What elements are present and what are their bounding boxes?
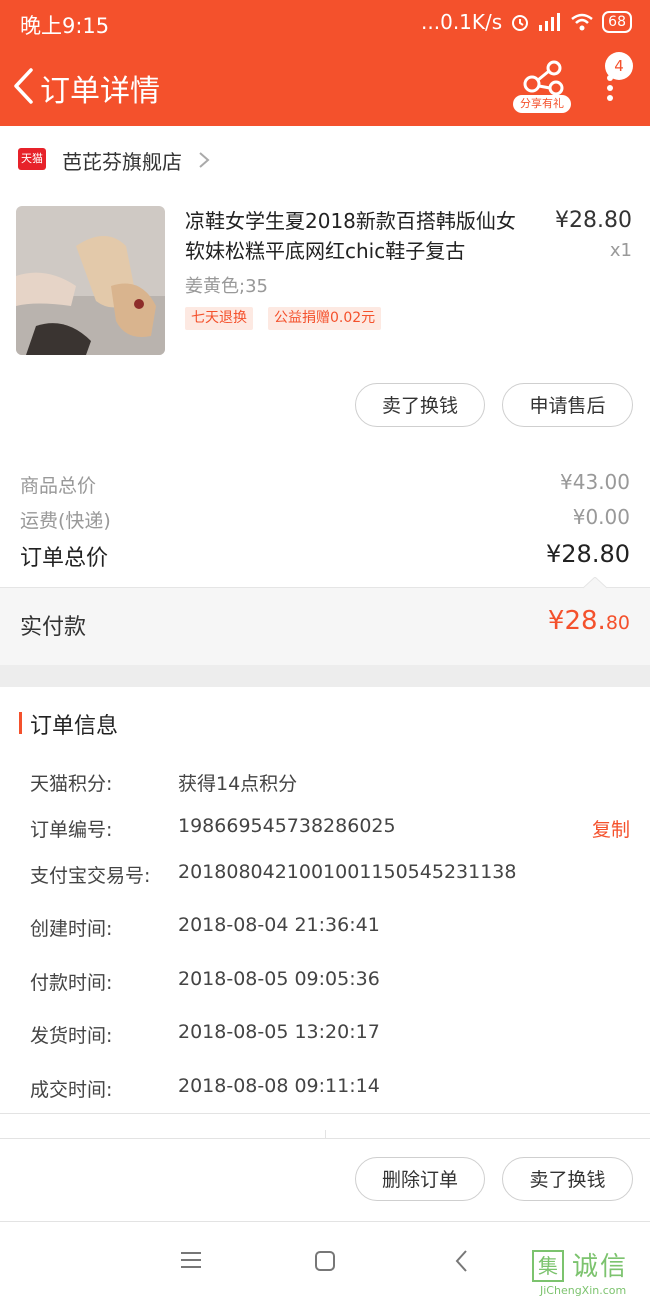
- divider: [0, 1113, 650, 1114]
- paid-value-int: ¥28.: [547, 606, 606, 636]
- info-label-deal-time: 成交时间:: [30, 1079, 113, 1101]
- back-arrow-icon[interactable]: [12, 68, 34, 104]
- battery-icon: 68: [602, 11, 632, 33]
- info-value-created: 2018-08-04 21:36:41: [178, 914, 380, 936]
- share-gift-label[interactable]: 分享有礼: [513, 95, 571, 113]
- store-name[interactable]: 芭芘芬旗舰店: [62, 146, 182, 175]
- paid-label: 实付款: [20, 615, 87, 640]
- menu-icon[interactable]: [180, 1251, 202, 1269]
- product-quantity: x1: [609, 240, 632, 261]
- caret-up-icon: [583, 577, 607, 589]
- tmall-logo-icon: 天猫: [18, 148, 46, 170]
- goods-total-label: 商品总价: [20, 475, 97, 497]
- watermark-url: JiChengXin.com: [540, 1284, 627, 1297]
- section-gap: [0, 665, 650, 687]
- paid-value: ¥28.80: [548, 606, 630, 636]
- notification-badge: 4: [605, 52, 633, 80]
- page-title: 订单详情: [40, 74, 160, 109]
- info-label-shipped-time: 发货时间:: [30, 1025, 113, 1047]
- divider: [0, 1138, 650, 1139]
- sell-button[interactable]: 卖了换钱: [355, 383, 485, 427]
- shipping-value: ¥0.00: [572, 505, 630, 529]
- paid-value-dec: 80: [605, 612, 630, 634]
- sell-button-bottom[interactable]: 卖了换钱: [502, 1157, 633, 1201]
- watermark-logo-icon: 集: [532, 1250, 564, 1282]
- back-nav-icon[interactable]: [454, 1249, 468, 1273]
- home-icon[interactable]: [314, 1250, 336, 1272]
- info-label-points: 天猫积分:: [30, 773, 113, 795]
- info-label-paid-time: 付款时间:: [30, 972, 113, 994]
- info-value-deal-time: 2018-08-08 09:11:14: [178, 1075, 380, 1097]
- goods-total-value: ¥43.00: [560, 470, 630, 494]
- product-sku: 姜黄色;35: [185, 276, 268, 297]
- signal-icon: [539, 13, 561, 31]
- tag-charity: 公益捐赠0.02元: [268, 307, 382, 330]
- order-info-title: 订单信息: [30, 714, 119, 739]
- copy-button[interactable]: 复制: [592, 815, 630, 842]
- status-time: 晚上9:15: [20, 14, 110, 38]
- network-speed: ...0.1K/s: [421, 10, 503, 34]
- product-image[interactable]: [16, 206, 165, 355]
- product-price: ¥28.80: [555, 208, 632, 233]
- info-label-alipay-no: 支付宝交易号:: [30, 865, 151, 887]
- order-total-value: ¥28.80: [546, 540, 630, 568]
- after-sale-button[interactable]: 申请售后: [502, 383, 633, 427]
- product-title[interactable]: 凉鞋女学生夏2018新款百搭韩版仙女软妹松糕平底网红chic鞋子复古: [185, 206, 533, 266]
- chevron-right-icon[interactable]: [198, 151, 210, 169]
- delete-order-button[interactable]: 删除订单: [355, 1157, 485, 1201]
- info-value-alipay-no: 2018080421001001150545231138: [178, 861, 517, 883]
- info-label-order-no: 订单编号:: [30, 819, 113, 841]
- info-value-points: 获得14点积分: [178, 773, 298, 795]
- section-accent-bar: [19, 712, 22, 734]
- info-label-created: 创建时间:: [30, 918, 113, 940]
- info-value-paid-time: 2018-08-05 09:05:36: [178, 968, 380, 990]
- wifi-icon: [571, 13, 593, 31]
- watermark-text: 诚信: [572, 1252, 629, 1282]
- info-value-order-no: 198669545738286025: [178, 815, 396, 837]
- order-total-label: 订单总价: [20, 546, 109, 571]
- product-thumbnail-graphic: [16, 206, 165, 355]
- tag-return: 七天退换: [185, 307, 253, 330]
- status-icons: ...0.1K/s 68: [421, 10, 632, 34]
- divider-tick: [325, 1130, 326, 1138]
- info-value-shipped-time: 2018-08-05 13:20:17: [178, 1021, 380, 1043]
- shipping-label: 运费(快递): [20, 510, 111, 532]
- alarm-icon: [512, 15, 529, 31]
